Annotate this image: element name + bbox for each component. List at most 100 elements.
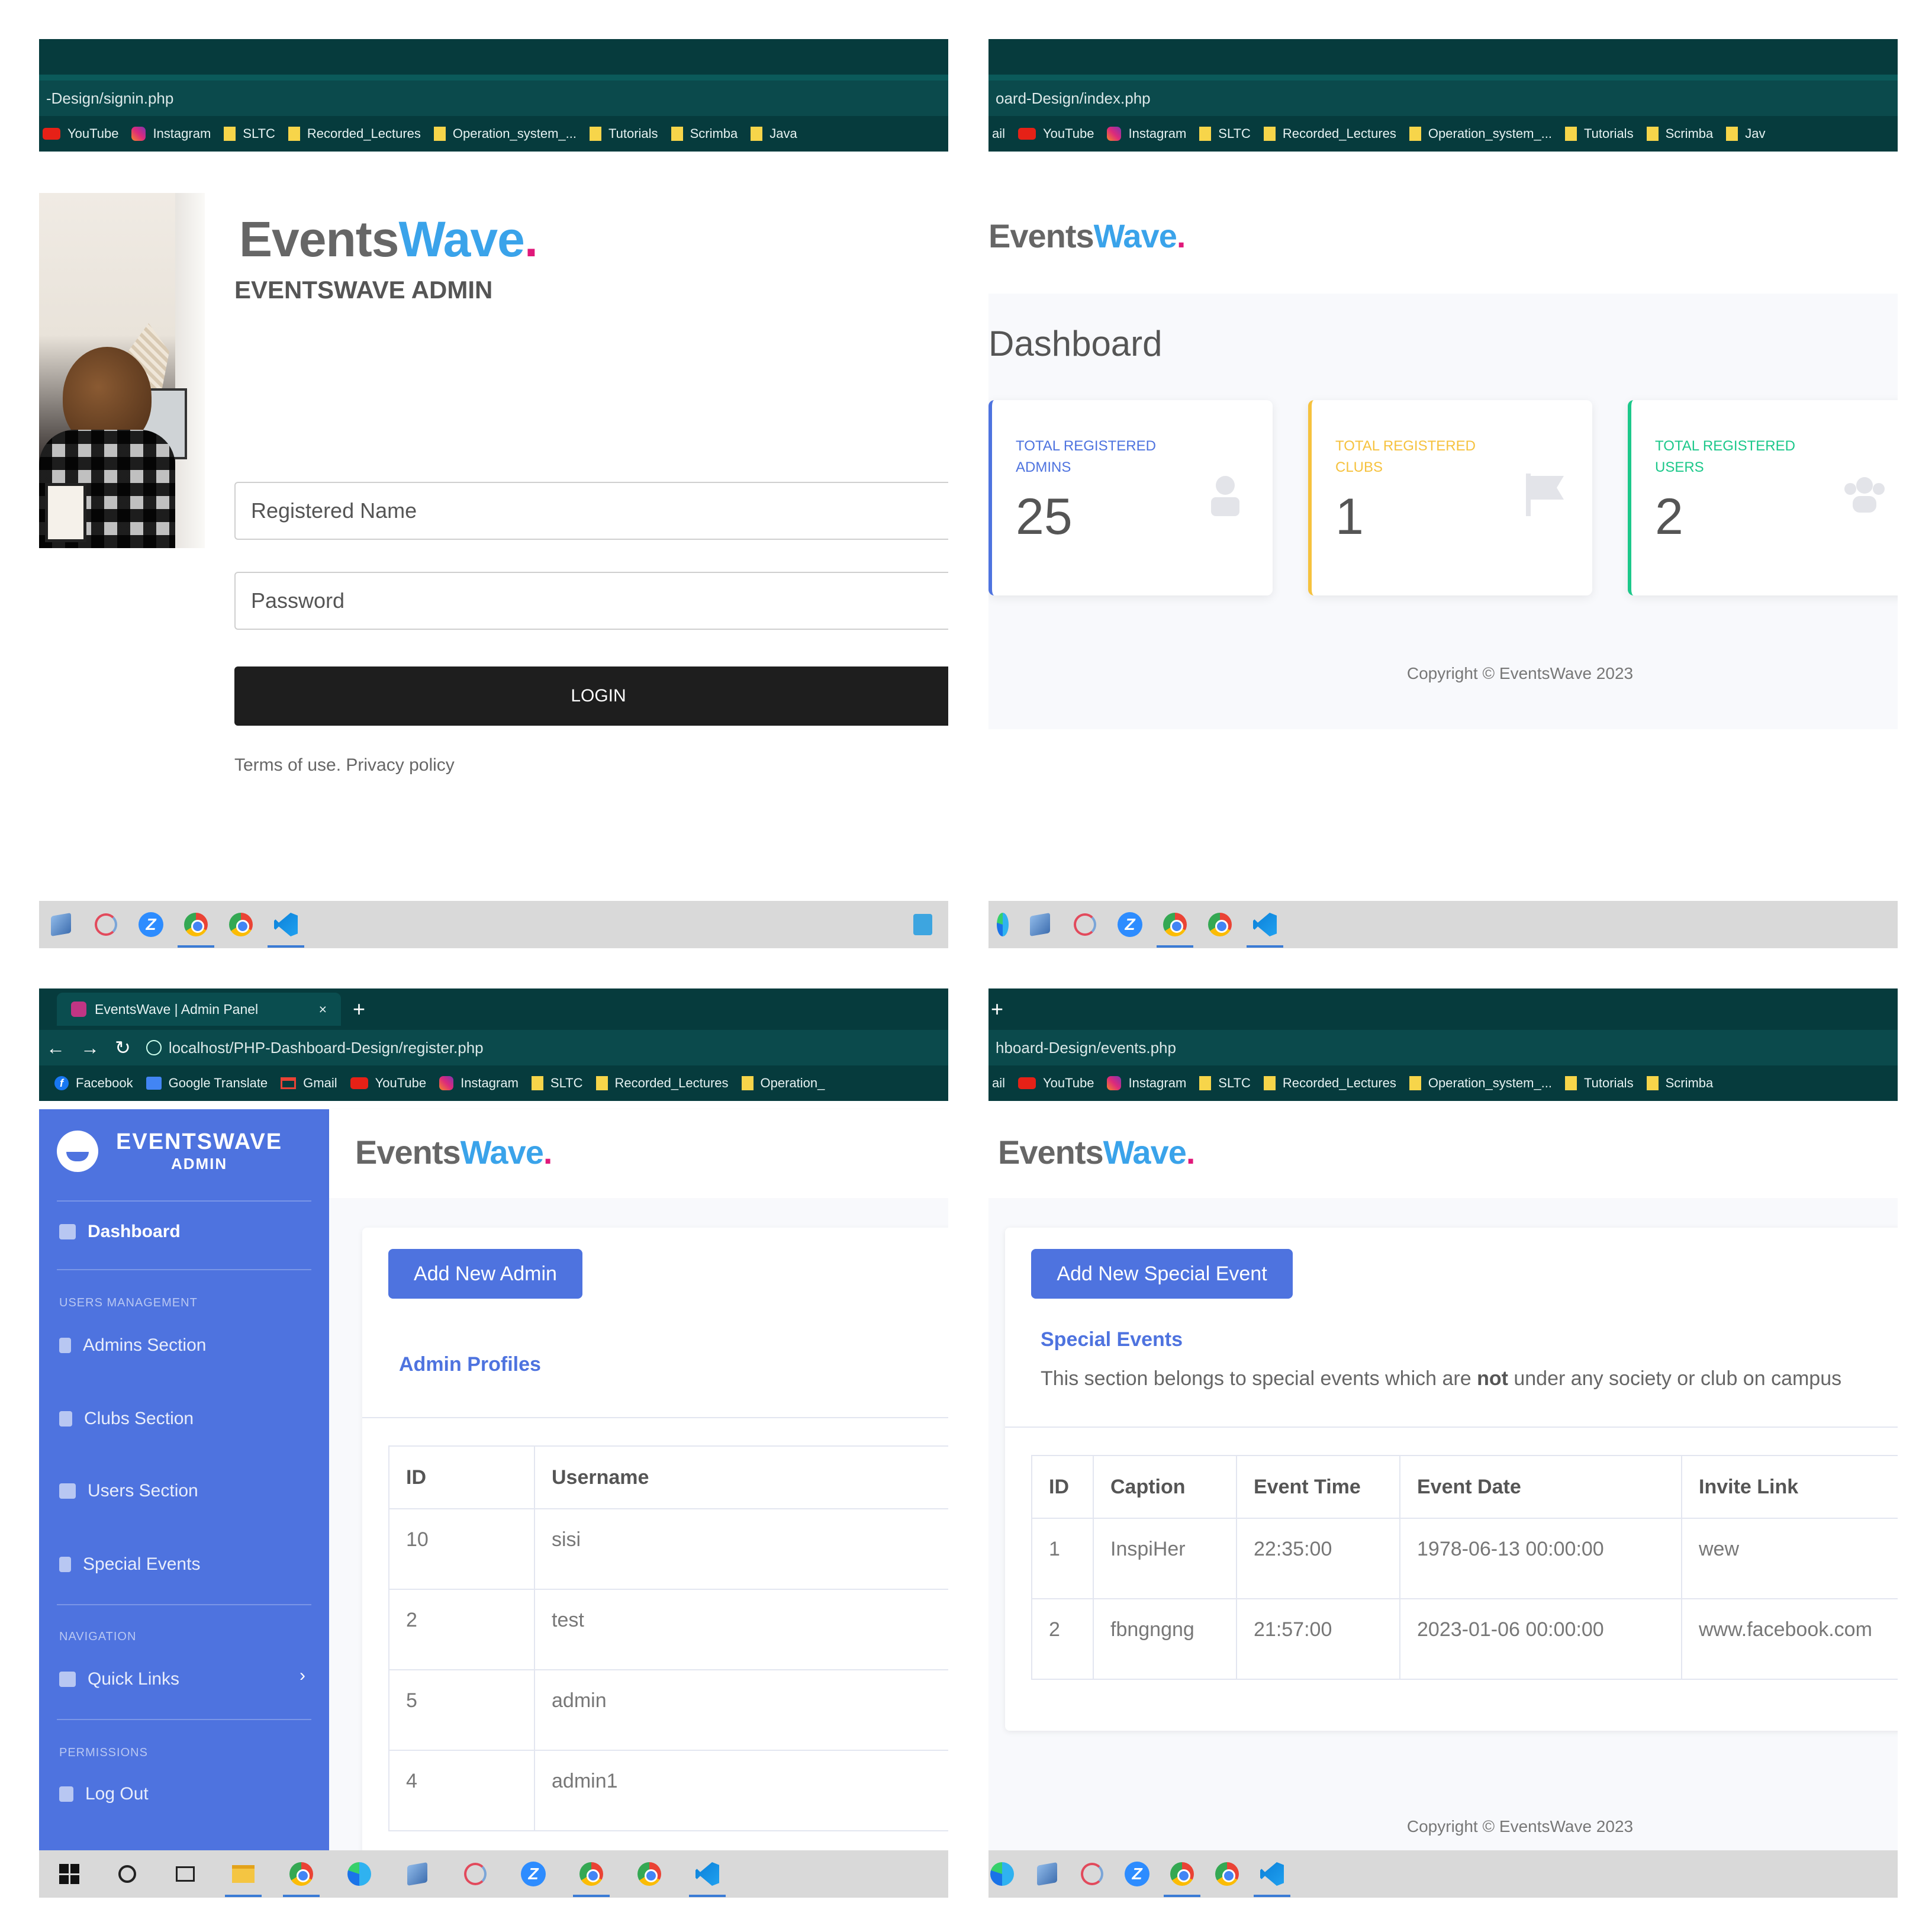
taskbar-app-1[interactable] [1026, 911, 1054, 938]
bookmark-instagram[interactable]: Instagram [1107, 1076, 1186, 1091]
sidebar-item-logout[interactable]: Log Out [59, 1784, 149, 1804]
add-new-admin-button[interactable]: Add New Admin [388, 1249, 582, 1299]
site-info-icon[interactable] [146, 1040, 162, 1055]
add-new-special-event-button[interactable]: Add New Special Event [1031, 1249, 1293, 1299]
bookmark-operation-system[interactable]: Operation_system_... [433, 126, 577, 141]
bookmark-gmail[interactable]: ail [992, 126, 1005, 141]
table-cell: 1 [1031, 1518, 1094, 1599]
bookmark-scrimba[interactable]: Scrimba [671, 126, 738, 141]
bookmark-scrimba[interactable]: Scrimba [1646, 1076, 1714, 1091]
bookmark-google-translate[interactable]: Google Translate [146, 1076, 268, 1091]
registered-name-input[interactable]: Registered Name [234, 482, 948, 540]
sidebar-item-admins[interactable]: Admins Section [59, 1335, 206, 1355]
taskbar-task-view[interactable] [172, 1860, 199, 1888]
taskbar-search[interactable] [114, 1860, 141, 1888]
taskbar-vscode[interactable] [689, 1860, 726, 1897]
taskbar-chrome-profile[interactable] [283, 1860, 320, 1897]
bookmark-operation-system[interactable]: Operation_system_... [1409, 126, 1552, 141]
reload-icon[interactable]: ↻ [115, 1036, 131, 1059]
bookmark-java[interactable]: Java [751, 126, 797, 141]
bookmark-tutorials[interactable]: Tutorials [1565, 126, 1634, 141]
sidebar-item-quick-links[interactable]: Quick Links [59, 1669, 179, 1689]
address-bar[interactable]: oard-Design/index.php [988, 80, 1898, 116]
bookmark-recorded-lectures[interactable]: Recorded_Lectures [1263, 126, 1396, 141]
browser-tabstrip [39, 39, 948, 80]
sidebar-brand[interactable]: EVENTSWAVE ADMIN [57, 1129, 282, 1173]
bookmark-facebook[interactable]: f Facebook [54, 1076, 133, 1091]
taskbar-edge[interactable] [988, 1860, 1016, 1888]
bookmark-gmail[interactable]: Gmail [281, 1076, 337, 1091]
taskbar-file-explorer[interactable] [225, 1860, 262, 1897]
start-button[interactable] [56, 1860, 83, 1888]
taskbar-zoom[interactable]: Z [137, 911, 165, 938]
taskbar-chrome[interactable] [1213, 1860, 1241, 1888]
forward-arrow-icon[interactable]: → [80, 1037, 99, 1059]
terms-link[interactable]: Terms of use. Privacy policy [234, 755, 455, 775]
address-bar[interactable]: hboard-Design/events.php [988, 1030, 1898, 1065]
bookmark-recorded-lectures[interactable]: Recorded_Lectures [1263, 1076, 1396, 1091]
taskbar-vscode[interactable] [1254, 1860, 1290, 1897]
bookmark-youtube[interactable]: YouTube [350, 1076, 426, 1091]
bookmark-sltc[interactable]: SLTC [224, 126, 275, 141]
new-tab-icon[interactable]: + [991, 997, 1003, 1022]
login-button[interactable]: LOGIN [234, 666, 948, 726]
taskbar-vscode[interactable] [1247, 911, 1283, 948]
tab-close-icon[interactable]: × [319, 1002, 327, 1017]
app-icon [913, 914, 932, 935]
bookmark-youtube[interactable]: YouTube [43, 126, 118, 141]
taskbar-snip[interactable] [92, 911, 120, 938]
bookmark-label: Scrimba [1665, 126, 1714, 141]
bookmark-instagram[interactable]: Instagram [439, 1076, 519, 1091]
taskbar-snip[interactable] [1078, 1860, 1106, 1888]
new-tab-icon[interactable]: + [353, 997, 365, 1022]
bookmark-sltc[interactable]: SLTC [531, 1076, 583, 1091]
taskbar-chrome[interactable] [227, 911, 255, 938]
taskbar-chrome[interactable] [636, 1860, 663, 1888]
bookmark-operation-system[interactable]: Operation_ [741, 1076, 825, 1091]
bookmark-recorded-lectures[interactable]: Recorded_Lectures [288, 126, 421, 141]
bookmark-youtube[interactable]: YouTube [1018, 126, 1094, 141]
bookmark-recorded-lectures[interactable]: Recorded_Lectures [595, 1076, 729, 1091]
card-label: TOTAL REGISTERED USERS [1655, 438, 1795, 475]
bookmark-operation-system[interactable]: Operation_system_... [1409, 1076, 1552, 1091]
folder-icon [59, 1672, 76, 1687]
taskbar-chrome-profile[interactable] [1157, 911, 1193, 948]
address-bar[interactable]: -Design/signin.php [39, 80, 948, 116]
bookmark-java[interactable]: Jav [1726, 126, 1766, 141]
taskbar-chrome-profile[interactable] [1164, 1860, 1200, 1897]
bookmark-gmail[interactable]: ail [992, 1076, 1005, 1091]
bookmark-sltc[interactable]: SLTC [1199, 1076, 1251, 1091]
taskbar-app-1[interactable] [47, 911, 75, 938]
taskbar-edge[interactable] [997, 911, 1009, 938]
sidebar-item-special-events[interactable]: Special Events [59, 1554, 200, 1574]
taskbar-snip[interactable] [462, 1860, 489, 1888]
bookmark-youtube[interactable]: YouTube [1018, 1076, 1094, 1091]
sidebar-item-clubs[interactable]: Clubs Section [59, 1409, 194, 1429]
bookmark-instagram[interactable]: Instagram [1107, 126, 1186, 141]
taskbar-zoom[interactable]: Z [520, 1860, 547, 1888]
password-input[interactable]: Password [234, 572, 948, 630]
taskbar-app-1[interactable] [404, 1860, 431, 1888]
sidebar-item-users[interactable]: Users Section [59, 1481, 198, 1501]
taskbar-zoom[interactable]: Z [1116, 911, 1144, 938]
bookmark-label: Operation_system_... [1428, 1076, 1553, 1090]
address-bar[interactable]: ← → ↻ localhost/PHP-Dashboard-Design/reg… [39, 1030, 948, 1065]
sidebar-item-dashboard[interactable]: Dashboard [59, 1222, 181, 1242]
bookmark-sltc[interactable]: SLTC [1199, 126, 1251, 141]
browser-tab-active[interactable]: EventsWave | Admin Panel × [57, 993, 341, 1026]
taskbar-app-1[interactable] [1033, 1860, 1061, 1888]
taskbar-chrome-profile-2[interactable] [573, 1860, 610, 1897]
taskbar-chrome[interactable] [1206, 911, 1234, 938]
taskbar-snip[interactable] [1071, 911, 1099, 938]
taskbar-vscode[interactable] [268, 911, 304, 948]
bookmark-tutorials[interactable]: Tutorials [1565, 1076, 1634, 1091]
bookmark-scrimba[interactable]: Scrimba [1646, 126, 1714, 141]
bookmark-tutorials[interactable]: Tutorials [590, 126, 658, 141]
bookmark-label: Scrimba [1665, 1076, 1714, 1090]
back-arrow-icon[interactable]: ← [46, 1037, 65, 1059]
taskbar-zoom[interactable]: Z [1123, 1860, 1151, 1888]
taskbar-chrome-profile[interactable] [178, 911, 214, 948]
taskbar-app-2[interactable] [909, 911, 936, 938]
taskbar-edge[interactable] [346, 1860, 373, 1888]
bookmark-instagram[interactable]: Instagram [131, 126, 211, 141]
